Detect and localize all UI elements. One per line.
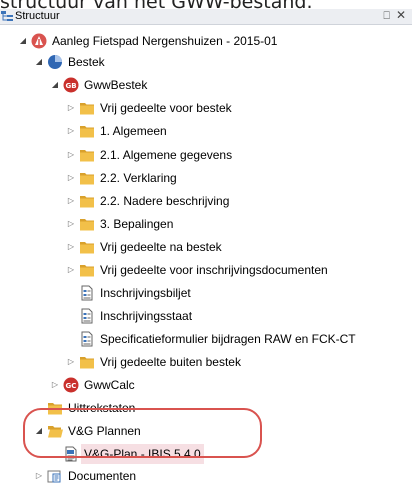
- tree-item-bepalingen[interactable]: ▷ 3. Bepalingen: [66, 213, 173, 234]
- tree-item-nadere[interactable]: ▷ 2.2. Nadere beschrijving: [66, 190, 229, 211]
- tree-item-project[interactable]: ◢ Aanleg Fietspad Nergenshuizen - 2015-01: [18, 30, 277, 51]
- document-icon: [79, 285, 95, 301]
- folder-icon: [79, 100, 95, 116]
- tree-item-gwwbestek[interactable]: ◢ GB GwwBestek: [50, 74, 147, 95]
- tree-item-label: Inschrijvingsbiljet: [100, 285, 191, 300]
- expand-closed-icon[interactable]: ▷: [34, 471, 44, 480]
- document-icon: [79, 331, 95, 347]
- tree-item-label: Vrij gedeelte buiten bestek: [100, 354, 241, 369]
- tree-item-label: V&G Plannen: [68, 423, 141, 438]
- tree-item-label: V&G-Plan - IBIS 5.4.0: [81, 443, 204, 464]
- tree-item-label: 1. Algemeen: [100, 123, 167, 138]
- folder-icon: [79, 193, 95, 209]
- tree-item-bestek[interactable]: ◢ Bestek: [34, 51, 105, 72]
- tree-item-vrij-inschr[interactable]: ▷ Vrij gedeelte voor inschrijvingsdocumen…: [66, 259, 328, 280]
- folder-icon: [79, 216, 95, 232]
- tree-item-label: Aanleg Fietspad Nergenshuizen - 2015-01: [52, 33, 278, 48]
- expand-open-icon[interactable]: ◢: [18, 36, 28, 45]
- document-icon: [79, 308, 95, 324]
- tree-item-inschrijvingsbiljet[interactable]: Inschrijvingsbiljet: [66, 282, 191, 303]
- tree-item-label: Vrij gedeelte na bestek: [100, 239, 222, 254]
- tree-item-label: Vrij gedeelte voor bestek: [100, 100, 232, 115]
- folder-icon: [47, 400, 63, 416]
- tree-item-algemeen[interactable]: ▷ 1. Algemeen: [66, 120, 167, 141]
- tree-item-alg-gegevens[interactable]: ▷ 2.1. Algemene gegevens: [66, 144, 232, 165]
- expand-closed-icon[interactable]: ▷: [66, 103, 76, 112]
- pin-icon[interactable]: ⎕: [383, 9, 390, 24]
- tree-item-label: 3. Bepalingen: [100, 216, 174, 231]
- gc-logo-icon: GC: [63, 377, 79, 393]
- tree-item-vrij-buiten[interactable]: ▷ Vrij gedeelte buiten bestek: [66, 351, 241, 372]
- tree-item-label: 2.2. Nadere beschrijving: [100, 193, 230, 208]
- expand-closed-icon[interactable]: ▷: [66, 242, 76, 251]
- folder-icon: [79, 123, 95, 139]
- tree-item-vg-plan[interactable]: V&G-Plan - IBIS 5.4.0: [50, 443, 204, 464]
- expand-closed-icon[interactable]: ▷: [50, 380, 60, 389]
- expand-closed-icon[interactable]: ▷: [66, 219, 76, 228]
- tree-item-label: GwwBestek: [84, 77, 148, 92]
- vg-document-icon: [63, 446, 79, 462]
- tree-item-label: Vrij gedeelte voor inschrijvingsdocument…: [100, 262, 328, 277]
- tree-item-label: Inschrijvingsstaat: [100, 308, 193, 323]
- expand-open-icon[interactable]: ◢: [34, 426, 44, 435]
- expand-closed-icon[interactable]: ▷: [66, 196, 76, 205]
- expand-closed-icon[interactable]: ▷: [66, 126, 76, 135]
- tree-item-label: 2.2. Verklaring: [100, 170, 177, 185]
- tree-item-documenten[interactable]: ▷ Documenten: [34, 465, 136, 486]
- close-icon[interactable]: ✕: [396, 8, 406, 23]
- expand-closed-icon[interactable]: ▷: [66, 265, 76, 274]
- folder-icon: [79, 170, 95, 186]
- folder-icon: [79, 147, 95, 163]
- expand-open-icon[interactable]: ◢: [50, 80, 60, 89]
- expand-closed-icon[interactable]: ▷: [66, 357, 76, 366]
- tree-item-label: Uittrekstaten: [68, 400, 136, 415]
- tree-item-label: Bestek: [68, 54, 105, 69]
- tree-item-vrij-voor[interactable]: ▷ Vrij gedeelte voor bestek: [66, 97, 232, 118]
- gb-logo-icon: GB: [63, 77, 79, 93]
- svg-text:GC: GC: [66, 382, 77, 390]
- tree-item-label: 2.1. Algemene gegevens: [100, 147, 233, 162]
- folder-icon: [79, 239, 95, 255]
- tree-item-inschrijvingsstaat[interactable]: Inschrijvingsstaat: [66, 305, 192, 326]
- tree-item-verklaring[interactable]: ▷ 2.2. Verklaring: [66, 167, 177, 188]
- project-icon: [31, 33, 47, 49]
- expand-closed-icon[interactable]: ▷: [66, 150, 76, 159]
- folder-icon: [79, 354, 95, 370]
- tree-item-vrij-na[interactable]: ▷ Vrij gedeelte na bestek: [66, 236, 222, 257]
- tree-item-gwwcalc[interactable]: ▷ GC GwwCalc: [50, 374, 135, 395]
- svg-text:GB: GB: [65, 82, 76, 90]
- tree-item-uittrekstaten[interactable]: Uittrekstaten: [34, 397, 135, 418]
- tree-item-label: Specificatieformulier bijdragen RAW en F…: [100, 331, 356, 346]
- tree-item-specificatie[interactable]: Specificatieformulier bijdragen RAW en F…: [66, 328, 356, 349]
- panel-header: Structuur ⎕ ✕: [0, 8, 412, 27]
- pie-chart-icon: [47, 54, 63, 70]
- folder-open-icon: [47, 423, 63, 439]
- expand-closed-icon[interactable]: ▷: [66, 173, 76, 182]
- folder-icon: [79, 262, 95, 278]
- tree-item-label: GwwCalc: [84, 377, 135, 392]
- panel-title: Structuur: [15, 10, 60, 22]
- expand-open-icon[interactable]: ◢: [34, 57, 44, 66]
- tree-item-vg-plannen[interactable]: ◢ V&G Plannen: [34, 420, 141, 441]
- structure-icon: [1, 11, 13, 27]
